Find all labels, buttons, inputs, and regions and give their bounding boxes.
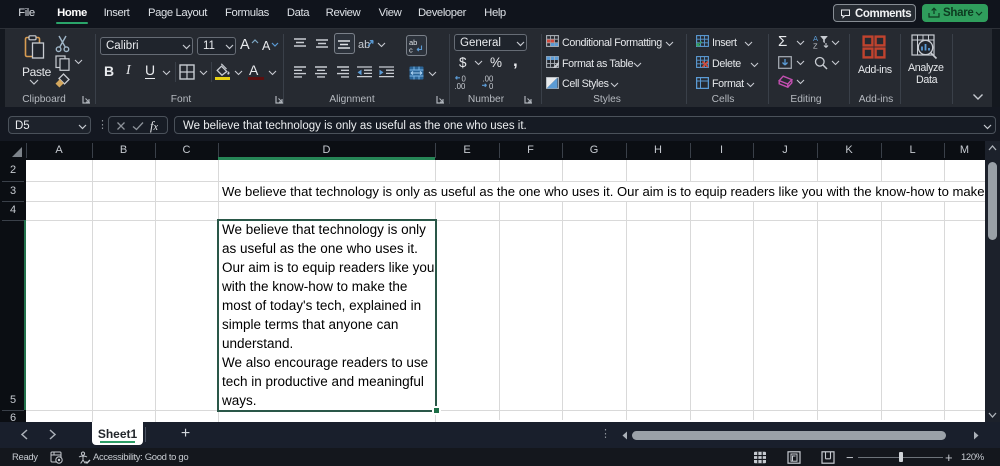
svg-text:.00: .00 (455, 82, 467, 89)
svg-text:0: 0 (489, 82, 494, 89)
svg-text:Z: Z (813, 42, 818, 50)
svg-text:c: c (409, 46, 413, 54)
